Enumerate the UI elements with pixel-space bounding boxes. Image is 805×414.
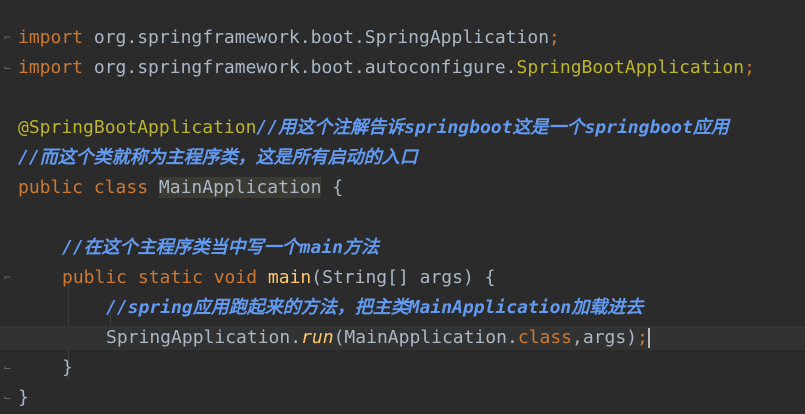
comment: //spring应用跑起来的方法，把主类MainApplication加载进去 <box>106 297 644 318</box>
comment: //用这个注解告诉springboot这是一个springboot应用 <box>256 117 729 138</box>
package-path: org.springframework.boot. <box>83 27 365 48</box>
keyword: class <box>517 327 573 348</box>
semicolon: ; <box>637 327 648 348</box>
code-line[interactable]: } <box>18 386 29 410</box>
fold-icon[interactable]: ⌙ <box>4 60 14 76</box>
code-line[interactable]: } <box>62 356 73 380</box>
fold-icon[interactable]: ⌙ <box>4 360 14 376</box>
brace: { <box>321 177 344 198</box>
class-ref: SpringApplication. <box>106 327 302 348</box>
keyword: public class <box>18 177 159 198</box>
code-line[interactable]: public static void main(String[] args) { <box>62 266 496 290</box>
package-path: org.springframework.boot.autoconfigure. <box>83 57 517 78</box>
keyword: public static void <box>62 267 268 288</box>
comment: //在这个主程序类当中写一个main方法 <box>62 237 380 258</box>
annotation: @SpringBootApplication <box>18 117 257 138</box>
params: (String[] args) { <box>311 267 496 288</box>
keyword: import <box>18 27 84 48</box>
brace: } <box>18 387 29 408</box>
semicolon: ; <box>549 27 560 48</box>
class-name: MainApplication <box>158 177 322 198</box>
code-line[interactable]: import org.springframework.boot.SpringAp… <box>18 26 560 50</box>
method-name: main <box>267 267 312 288</box>
comment: //而这个类就称为主程序类，这是所有启动的入口 <box>18 147 418 168</box>
fold-icon[interactable]: ⌙ <box>4 390 14 406</box>
fold-icon[interactable]: ⌐ <box>4 30 14 46</box>
code-editor[interactable]: ⌐ ⌙ ⌐ ⌙ ⌙ import org.springframework.boo… <box>0 0 805 414</box>
args: ,args) <box>572 327 638 348</box>
code-line[interactable]: public class MainApplication { <box>18 176 343 200</box>
code-line[interactable]: //而这个类就称为主程序类，这是所有启动的入口 <box>18 146 418 170</box>
code-line[interactable]: @SpringBootApplication//用这个注解告诉springboo… <box>18 116 729 140</box>
args: (MainApplication. <box>333 327 518 348</box>
brace: } <box>62 357 73 378</box>
method-call: run <box>301 327 334 348</box>
class-name: SpringApplication <box>364 27 550 48</box>
text-cursor <box>647 328 650 348</box>
current-code-line[interactable]: SpringApplication.run(MainApplication.cl… <box>0 326 805 350</box>
semicolon: ; <box>744 57 755 78</box>
class-name: SpringBootApplication <box>516 57 745 78</box>
code-line[interactable]: //在这个主程序类当中写一个main方法 <box>62 236 379 260</box>
code-line[interactable]: //spring应用跑起来的方法，把主类MainApplication加载进去 <box>106 296 643 320</box>
code-line[interactable]: import org.springframework.boot.autoconf… <box>18 56 755 80</box>
keyword: import <box>18 57 84 78</box>
fold-icon[interactable]: ⌐ <box>4 270 14 286</box>
